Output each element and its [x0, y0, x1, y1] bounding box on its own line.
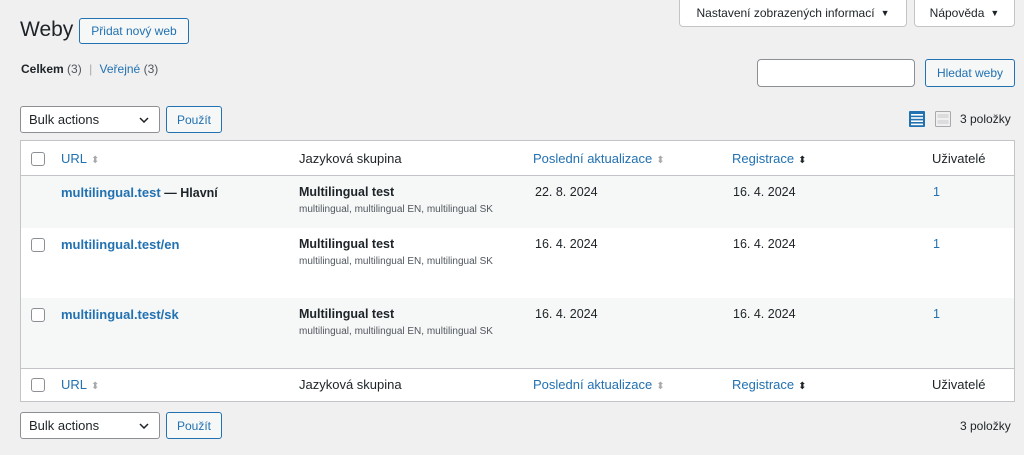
main-site-label: — Hlavní [164, 186, 218, 200]
apply-button-bottom[interactable]: Použít [166, 412, 222, 439]
items-count-top: 3 položky [960, 112, 1011, 126]
bulk-actions-select-top[interactable]: Bulk actions [20, 106, 160, 133]
screen-options-label: Nastavení zobrazených informací [696, 6, 875, 20]
caret-down-icon: ▼ [990, 8, 1000, 18]
table-row: multilingual.test/sk Multilingual test m… [21, 298, 1014, 368]
row-checkbox[interactable] [31, 238, 45, 252]
sort-icon: ⬍ [91, 155, 100, 166]
column-registered-label: Registrace [732, 377, 795, 392]
column-registered[interactable]: Registrace ⬍ [732, 377, 807, 392]
site-url-cell: multilingual.test/sk [61, 307, 179, 322]
column-url[interactable]: URL ⬍ [61, 151, 99, 166]
site-url-cell: multilingual.test/en [61, 237, 179, 252]
column-users: Uživatelé [932, 151, 986, 166]
view-filters: Celkem (3) | Veřejné (3) [21, 62, 158, 76]
language-group-sites: multilingual, multilingual EN, multiling… [299, 204, 493, 215]
column-url[interactable]: URL ⬍ [61, 377, 99, 392]
bulk-actions-value: Bulk actions [29, 418, 100, 433]
language-group-sites: multilingual, multilingual EN, multiling… [299, 256, 493, 267]
site-url-cell: multilingual.test — Hlavní [61, 185, 218, 200]
site-link[interactable]: multilingual.test [61, 185, 161, 200]
language-group-name: Multilingual test [299, 185, 395, 199]
language-group-sites: multilingual, multilingual EN, multiling… [299, 326, 493, 337]
last-updated-cell: 16. 4. 2024 [535, 237, 598, 251]
column-url-label: URL [61, 377, 88, 392]
column-url-label: URL [61, 151, 88, 166]
registered-cell: 16. 4. 2024 [733, 237, 796, 251]
sort-desc-icon: ⬍ [798, 381, 807, 392]
filter-public-label[interactable]: Veřejné [100, 62, 141, 76]
column-registered[interactable]: Registrace ⬍ [732, 151, 807, 166]
filter-all-label[interactable]: Celkem [21, 62, 64, 76]
help-label: Nápověda [929, 6, 985, 20]
bulk-actions-value: Bulk actions [29, 112, 100, 127]
language-group-name: Multilingual test [299, 307, 395, 321]
site-link[interactable]: multilingual.test/en [61, 237, 179, 252]
users-count-link[interactable]: 1 [933, 237, 940, 251]
table-row: multilingual.test/en Multilingual test m… [21, 228, 1014, 298]
add-new-site-button[interactable]: Přidat nový web [79, 18, 189, 44]
filter-separator: | [89, 62, 93, 76]
sort-icon: ⬍ [656, 155, 665, 166]
sites-table: URL ⬍ Jazyková skupina Poslední aktualiza… [20, 140, 1015, 402]
table-footer: URL ⬍ Jazyková skupina Poslední aktualiza… [21, 368, 1014, 401]
column-last-updated[interactable]: Poslední aktualizace ⬍ [533, 377, 665, 392]
items-count-bottom: 3 položky [960, 419, 1011, 433]
column-updated-label: Poslední aktualizace [533, 151, 653, 166]
excerpt-view-icon[interactable] [935, 111, 951, 127]
last-updated-cell: 22. 8. 2024 [535, 185, 598, 199]
table-row: multilingual.test — Hlavní Multilingual … [21, 176, 1014, 228]
apply-button-top[interactable]: Použít [166, 106, 222, 133]
column-users: Uživatelé [932, 377, 986, 392]
filter-public-count: (3) [143, 62, 159, 76]
site-link[interactable]: multilingual.test/sk [61, 307, 179, 322]
list-view-icon[interactable] [909, 111, 925, 127]
column-language-group: Jazyková skupina [299, 377, 402, 392]
registered-cell: 16. 4. 2024 [733, 185, 796, 199]
page-title: Weby [20, 18, 74, 41]
users-count-link[interactable]: 1 [933, 185, 940, 199]
chevron-down-icon [139, 422, 149, 429]
filter-all-count: (3) [67, 62, 82, 76]
help-tab[interactable]: Nápověda ▼ [914, 0, 1015, 27]
column-registered-label: Registrace [732, 151, 795, 166]
column-language-group: Jazyková skupina [299, 151, 402, 166]
search-sites-button[interactable]: Hledat weby [925, 59, 1015, 87]
last-updated-cell: 16. 4. 2024 [535, 307, 598, 321]
chevron-down-icon [139, 116, 149, 123]
users-count-link[interactable]: 1 [933, 307, 940, 321]
sort-desc-icon: ⬍ [798, 155, 807, 166]
select-all-checkbox-footer[interactable] [31, 378, 45, 392]
column-updated-label: Poslední aktualizace [533, 377, 653, 392]
search-input[interactable] [757, 59, 915, 87]
sort-icon: ⬍ [656, 381, 665, 392]
select-all-checkbox[interactable] [31, 152, 45, 166]
row-checkbox[interactable] [31, 308, 45, 322]
caret-down-icon: ▼ [880, 8, 890, 18]
registered-cell: 16. 4. 2024 [733, 307, 796, 321]
bulk-actions-select-bottom[interactable]: Bulk actions [20, 412, 160, 439]
table-header: URL ⬍ Jazyková skupina Poslední aktualiza… [21, 141, 1014, 176]
language-group-name: Multilingual test [299, 237, 395, 251]
screen-options-tab[interactable]: Nastavení zobrazených informací ▼ [679, 0, 907, 27]
column-last-updated[interactable]: Poslední aktualizace ⬍ [533, 151, 665, 166]
sort-icon: ⬍ [91, 381, 100, 392]
